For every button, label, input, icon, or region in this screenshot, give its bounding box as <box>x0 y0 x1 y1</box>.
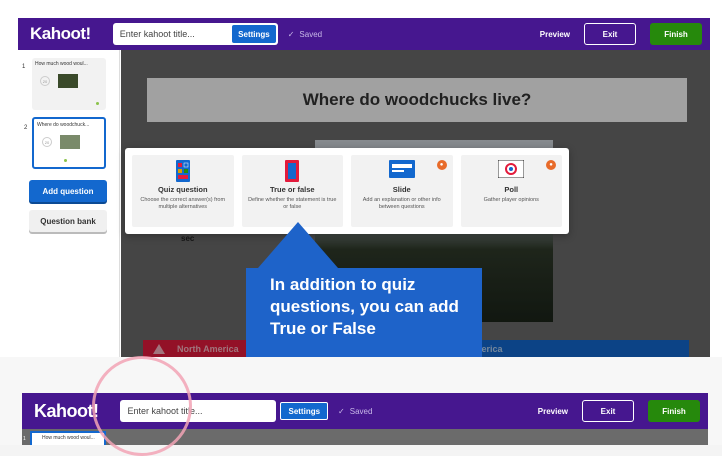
preview-button[interactable]: Preview <box>538 407 568 416</box>
status-dot <box>64 159 67 162</box>
quiz-icon <box>175 160 190 182</box>
slide-thumb-1[interactable]: 1 How much wood woul... 20 <box>22 58 106 110</box>
top-actions: Preview Exit Finish <box>538 400 700 422</box>
settings-button[interactable]: Settings <box>280 402 329 420</box>
title-placeholder: Enter kahoot title... <box>119 29 195 39</box>
true-false-desc: Define whether the statement is true or … <box>248 197 337 211</box>
finish-button[interactable]: Finish <box>648 400 700 422</box>
true-false-option[interactable]: True or false Define whether the stateme… <box>241 155 343 227</box>
saved-label: Saved <box>349 406 373 416</box>
quiz-question-title: Quiz question <box>157 185 208 194</box>
timer-icon: 20 <box>40 76 50 86</box>
true-false-icon <box>285 160 300 182</box>
lock-icon: ● <box>436 160 447 170</box>
callout-arrow-icon <box>258 222 338 268</box>
check-icon: ✓ <box>338 406 345 416</box>
status-dot <box>96 102 99 105</box>
slide-thumb-1[interactable]: 1 How much wood woul... <box>23 431 106 445</box>
slide-number: 2 <box>24 125 28 131</box>
thumbnail-image <box>58 74 78 88</box>
timer-icon: 20 <box>42 137 52 147</box>
kahoot-logo: Kahoot! <box>30 24 91 43</box>
preview-button[interactable]: Preview <box>540 30 570 39</box>
finish-button[interactable]: Finish <box>650 23 702 45</box>
true-false-title: True or false <box>269 185 315 194</box>
highlight-circle <box>92 356 192 456</box>
saved-label: Saved <box>299 29 323 39</box>
quiz-question-option[interactable]: Quiz question Choose the correct answer(… <box>132 155 234 227</box>
slide-title: Where do woodchuck... <box>37 122 90 128</box>
slide-option[interactable]: ● Slide Add an explanation or other info… <box>351 155 453 227</box>
quiz-question-desc: Choose the correct answer(s) from multip… <box>140 197 226 211</box>
poll-title: Poll <box>504 185 519 194</box>
kahoot-logo: Kahoot! <box>34 400 99 421</box>
question-bank-button[interactable]: Question bank <box>29 210 107 232</box>
editor-screenshot-top: Kahoot! Enter kahoot title... Settings ✓… <box>0 0 722 357</box>
saved-status: ✓ Saved <box>288 30 322 39</box>
poll-icon <box>498 160 525 178</box>
top-actions: Preview Exit Finish <box>540 23 702 45</box>
callout-text: In addition to quiz questions, you can a… <box>246 268 482 357</box>
question-type-popup: Quiz question Choose the correct answer(… <box>125 148 569 234</box>
poll-desc: Gather player opinions <box>483 197 539 203</box>
slide-title: Slide <box>392 185 411 194</box>
settings-button[interactable]: Settings <box>232 25 276 43</box>
top-bar: Kahoot! Enter kahoot title... Settings ✓… <box>18 18 710 50</box>
slide-title: How much wood woul... <box>35 61 88 67</box>
slide-number: 1 <box>23 436 26 442</box>
slide-icon <box>388 160 415 178</box>
slide-number: 1 <box>22 64 26 70</box>
slide-thumb-2[interactable]: 2 Where do woodchuck... 20 <box>24 117 106 169</box>
slide-desc: Add an explanation or other info between… <box>362 197 441 211</box>
add-question-button[interactable]: Add question <box>29 180 107 202</box>
slide-sidebar: 1 How much wood woul... 20 2 Where do wo… <box>18 50 120 357</box>
thumbnail-image <box>60 135 80 149</box>
saved-status: ✓ Saved <box>338 407 372 416</box>
slide-title: How much wood woul... <box>42 435 95 441</box>
lock-icon: ● <box>546 160 556 170</box>
kahoot-title-input[interactable]: Enter kahoot title... Settings <box>112 23 278 45</box>
exit-button[interactable]: Exit <box>582 400 634 422</box>
check-icon: ✓ <box>287 29 295 39</box>
exit-button[interactable]: Exit <box>584 23 636 45</box>
poll-option[interactable]: ● Poll Gather player opinions <box>460 155 562 227</box>
